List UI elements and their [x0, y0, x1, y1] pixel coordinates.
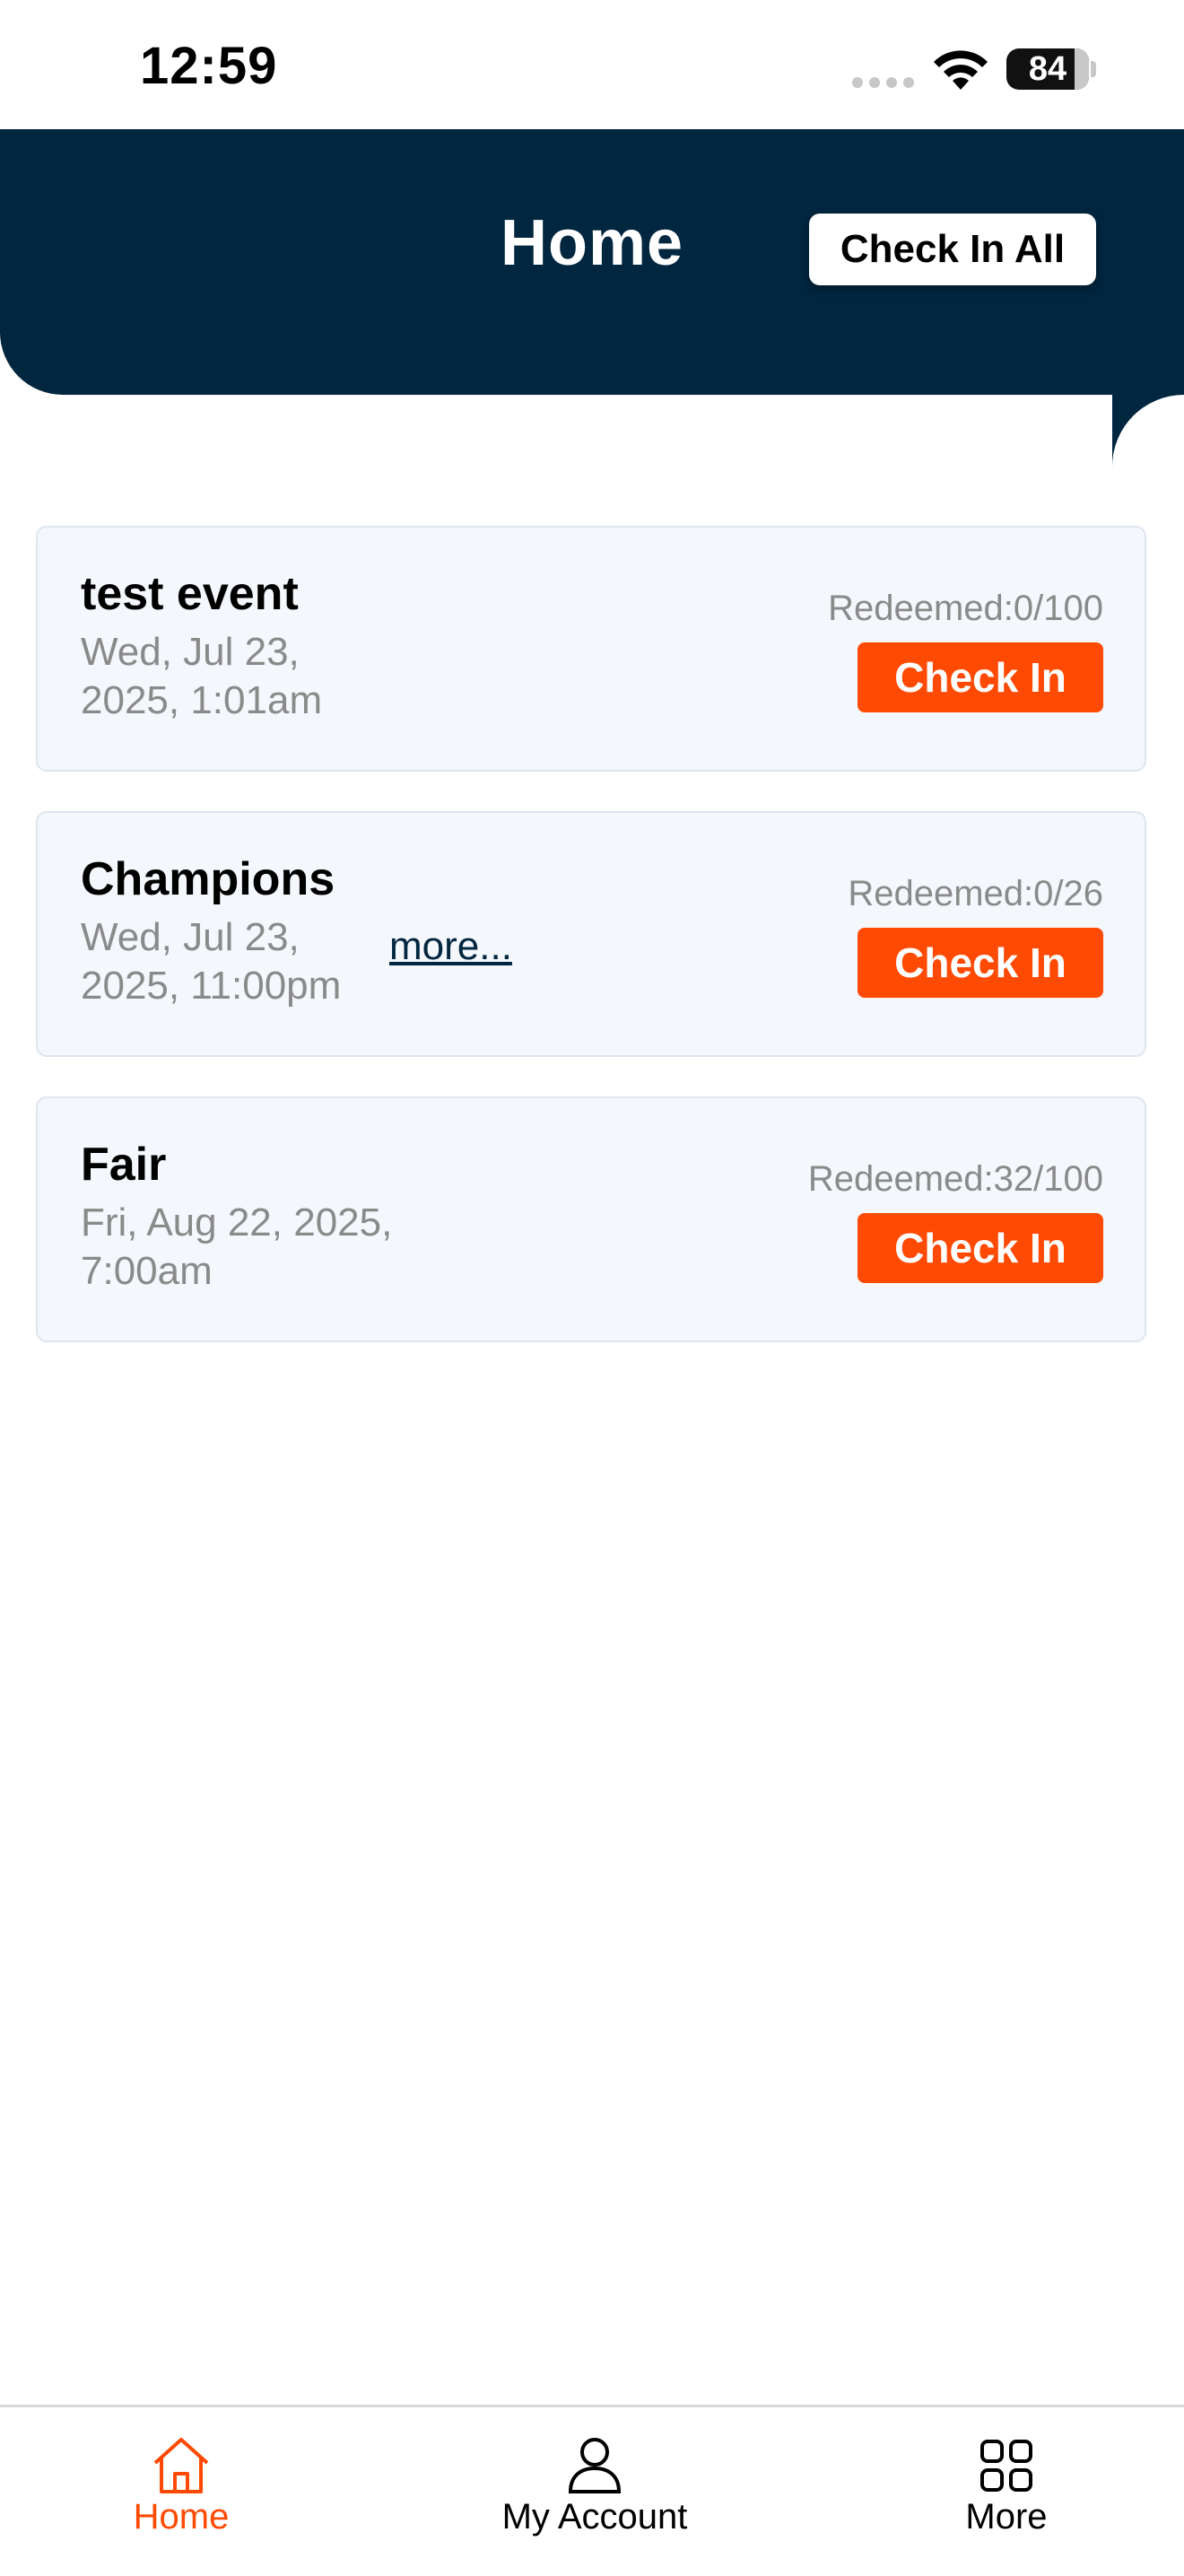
check-in-button[interactable]: Check In [858, 642, 1103, 712]
tab-label: My Account [501, 2497, 688, 2537]
more-link[interactable]: more... [389, 924, 512, 969]
tab-label: Home [133, 2497, 230, 2537]
event-title: test event [81, 568, 299, 620]
event-card: test event Wed, Jul 23, 2025, 1:01am Red… [36, 526, 1146, 772]
wifi-icon [934, 50, 988, 90]
event-card: Champions Wed, Jul 23, 2025, 11:00pm mor… [36, 811, 1146, 1057]
event-redeemed: Redeemed:32/100 [807, 1159, 1103, 1199]
event-title: Fair [81, 1139, 167, 1191]
event-redeemed: Redeemed:0/26 [848, 874, 1103, 913]
tab-my-account[interactable]: My Account [492, 2434, 698, 2537]
event-date: Wed, Jul 23, 2025, 1:01am [81, 630, 323, 722]
cellular-signal-icon [852, 77, 914, 88]
check-in-button[interactable]: Check In [858, 1213, 1103, 1283]
tab-home[interactable]: Home [127, 2434, 235, 2537]
tab-more[interactable]: More [953, 2434, 1060, 2537]
status-bar: 12:59 84 [0, 0, 1184, 129]
tab-bar: Home My Account More [0, 2405, 1184, 2576]
event-date: Fri, Aug 22, 2025, 7:00am [81, 1201, 393, 1293]
event-title: Champions [81, 853, 335, 905]
tab-label: More [965, 2497, 1048, 2537]
header-corner [1112, 395, 1184, 538]
battery-level: 84 [1028, 49, 1067, 88]
event-redeemed: Redeemed:0/100 [828, 589, 1103, 628]
check-in-button[interactable]: Check In [858, 928, 1103, 998]
user-icon [568, 2438, 622, 2493]
grid-icon [980, 2440, 1032, 2492]
battery-icon: 84 [1006, 48, 1089, 90]
event-card: Fair Fri, Aug 22, 2025, 7:00am Redeemed:… [36, 1096, 1146, 1342]
status-time: 12:59 [140, 37, 278, 95]
home-icon [153, 2438, 209, 2493]
event-date: Wed, Jul 23, 2025, 11:00pm [81, 915, 342, 1008]
check-in-all-button[interactable]: Check In All [809, 214, 1096, 285]
